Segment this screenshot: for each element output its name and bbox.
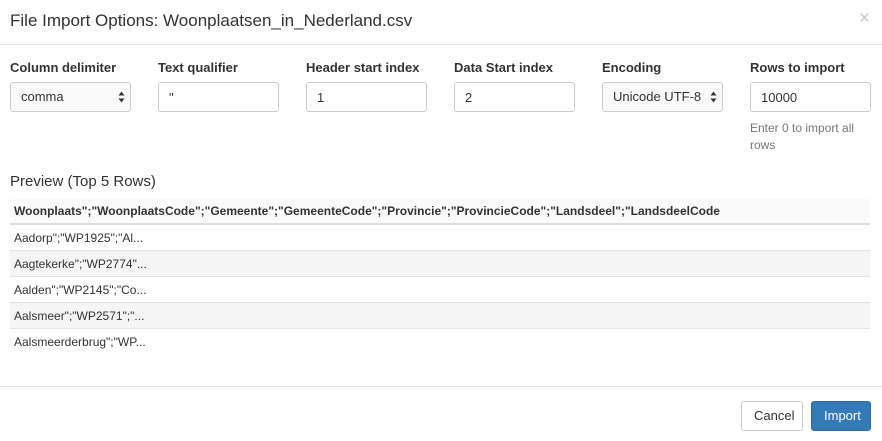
- dialog-header: File Import Options: Woonplaatsen_in_Ned…: [0, 0, 882, 45]
- encoding-group: Encoding Unicode UTF-8: [602, 60, 723, 112]
- column-delimiter-group: Column delimiter comma: [10, 60, 131, 112]
- select-arrows-icon: [118, 91, 125, 103]
- table-row: Aagtekerke";"WP2774"...: [10, 250, 870, 277]
- header-start-index-input[interactable]: [306, 82, 427, 112]
- text-qualifier-label: Text qualifier: [158, 60, 238, 75]
- table-cell: Aalden";"WP2145";"Co...: [10, 276, 870, 303]
- rows-to-import-input[interactable]: [750, 82, 871, 112]
- text-qualifier-input[interactable]: [158, 82, 279, 112]
- select-arrows-icon: [710, 91, 717, 103]
- table-row: Aalsmeerderbrug";"WP...: [10, 328, 870, 354]
- preview-table: Woonplaats";"WoonplaatsCode";"Gemeente";…: [10, 199, 870, 354]
- table-row: Aalsmeer";"WP2571";"...: [10, 302, 870, 329]
- preview-title: Preview (Top 5 Rows): [10, 173, 156, 190]
- encoding-value: Unicode UTF-8: [613, 89, 702, 104]
- table-cell: Aalsmeerderbrug";"WP...: [10, 328, 870, 354]
- table-cell: Aagtekerke";"WP2774"...: [10, 250, 870, 277]
- encoding-select[interactable]: Unicode UTF-8: [602, 82, 723, 112]
- rows-to-import-label: Rows to import: [750, 60, 845, 75]
- rows-to-import-help: Enter 0 to import all rows: [750, 121, 855, 152]
- close-icon[interactable]: ×: [859, 9, 870, 28]
- text-qualifier-group: Text qualifier: [158, 60, 279, 112]
- column-delimiter-value: comma: [21, 89, 64, 104]
- dialog-footer: Cancel Import: [0, 386, 882, 441]
- rows-to-import-group: Rows to import Enter 0 to import all row…: [750, 60, 880, 154]
- dialog-title: File Import Options: Woonplaatsen_in_Ned…: [10, 11, 413, 30]
- import-button[interactable]: Import: [811, 401, 871, 431]
- data-start-index-label: Data Start index: [454, 60, 553, 75]
- encoding-label: Encoding: [602, 60, 662, 75]
- preview-header-row: Woonplaats";"WoonplaatsCode";"Gemeente";…: [10, 199, 870, 225]
- table-cell: Aalsmeer";"WP2571";"...: [10, 302, 870, 329]
- data-start-index-input[interactable]: [454, 82, 575, 112]
- header-start-index-label: Header start index: [306, 60, 420, 75]
- table-row: Aalden";"WP2145";"Co...: [10, 276, 870, 303]
- column-delimiter-select[interactable]: comma: [10, 82, 131, 112]
- preview-header-cell: Woonplaats";"WoonplaatsCode";"Gemeente";…: [10, 199, 870, 225]
- column-delimiter-label: Column delimiter: [10, 60, 117, 75]
- header-start-index-group: Header start index: [306, 60, 427, 112]
- data-start-index-group: Data Start index: [454, 60, 575, 112]
- table-cell: Aadorp";"WP1925";"Al...: [10, 223, 870, 251]
- table-row: Aadorp";"WP1925";"Al...: [10, 223, 870, 251]
- cancel-button[interactable]: Cancel: [741, 401, 803, 431]
